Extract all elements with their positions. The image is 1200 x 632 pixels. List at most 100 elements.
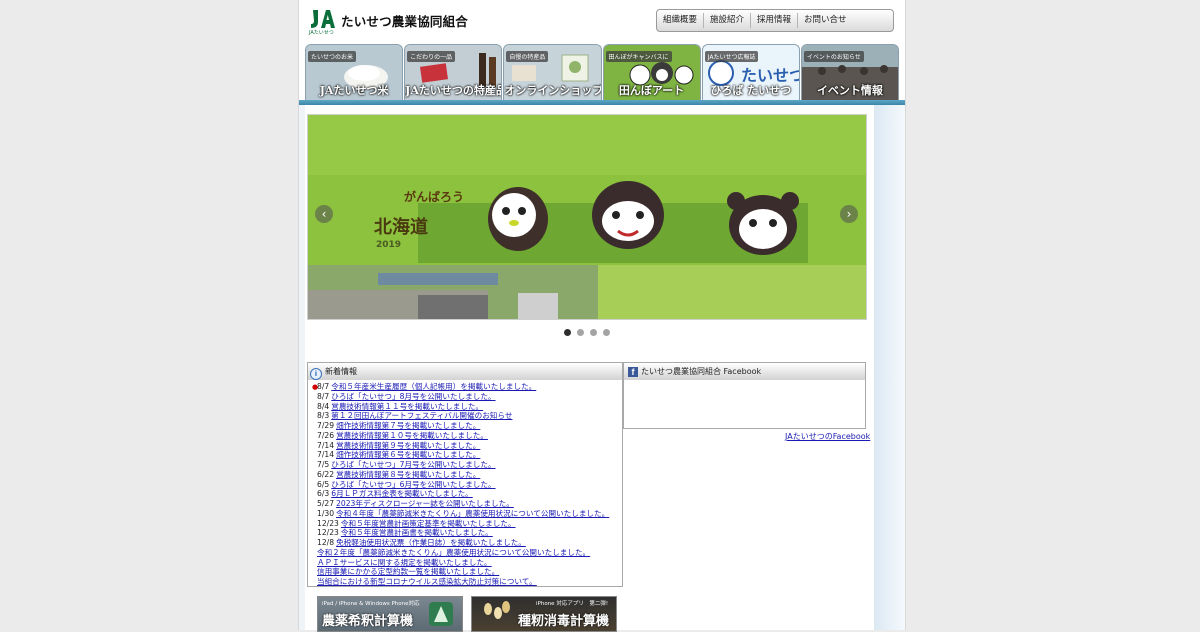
news-item: 6/5 ひろば「たいせつ」6月号を公開いたしました。 <box>312 480 622 490</box>
news-heading: 新着情報 <box>325 367 357 376</box>
nav-organization[interactable]: 組織概要 <box>657 13 705 28</box>
news-link[interactable]: 当組合における新型コロナウイルス感染拡大防止対策について。 <box>317 577 537 586</box>
news-date: 7/29 <box>317 421 335 430</box>
banner-1-small: iPad / iPhone & Windows Phone対応 <box>322 601 420 607</box>
news-date: 7/26 <box>317 430 335 440</box>
news-link[interactable]: 第１２回田んぼアートフェスティバル開催のお知らせ <box>331 411 512 420</box>
news-item: 1/30 令和４年度「農薬節減米きたくりん」農薬使用状況について公開いたしました。 <box>312 509 622 519</box>
news-date: 8/7 <box>317 382 330 391</box>
hero-slider[interactable]: 北海道 がんばろう 2019 <box>307 114 867 320</box>
tab-hiroba-sub: JAたいせつ広報誌 <box>704 51 759 62</box>
news-item: ●8/7 令和５年産米生産履歴（個人記帳用）を掲載いたしました。 <box>312 382 622 392</box>
news-heading-bar: i 新着情報 <box>307 362 623 381</box>
news-item: 12/23 令和５年度営農計画策定基準を掲載いたしました。 <box>312 519 622 529</box>
news-link[interactable]: 令和５年度営農計画策定基準を掲載いたしました。 <box>341 519 516 528</box>
news-item: 12/23 令和５年度営農計画書を掲載いたしました。 <box>312 528 622 538</box>
banner-seed-disinfection-calculator[interactable]: iPhone 対応アプリ 第二弾! 種籾消毒計算機 <box>471 596 617 632</box>
news-date: 5/27 <box>317 499 335 508</box>
news-link[interactable]: 信用事業にかかる定型約款一覧を掲載いたしました。 <box>317 567 499 576</box>
news-link[interactable]: 畑作技術情報第７号を掲載いたしました。 <box>336 421 480 430</box>
news-date: 7/5 <box>317 460 330 469</box>
calculator-app-icon <box>429 602 453 626</box>
news-link[interactable]: 6月ＬＰガス料金表を掲載いたしました。 <box>331 489 473 498</box>
slider-prev-chevron-left-icon[interactable]: ‹ <box>315 205 333 223</box>
news-date: 7/14 <box>317 440 335 450</box>
facebook-heading: たいせつ農業協同組合 Facebook <box>641 367 762 376</box>
news-item: 8/4 営農技術情報第１１号を掲載いたしました。 <box>312 402 622 412</box>
news-item: 12/8 免税軽油使用状況票（作業日誌）を掲載いたしました。 <box>312 538 622 548</box>
news-link[interactable]: 営農技術情報第９号を掲載いたしました。 <box>336 441 480 450</box>
tab-underline-bar <box>299 100 905 105</box>
tab-online-shop[interactable]: 自慢の特産品 オンラインショップ <box>503 44 602 101</box>
slider-dot-2[interactable] <box>577 329 584 336</box>
left-gutter <box>299 105 305 630</box>
news-link[interactable]: ＡＰＩサービスに関する規定を掲載いたしました。 <box>317 558 492 567</box>
tab-rice-paddy-art[interactable]: 田んぼがキャンバスに 田んぼアート <box>602 44 701 101</box>
news-link[interactable]: 営農技術情報第１１号を掲載いたしました。 <box>331 402 483 411</box>
tab-specialty[interactable]: こだわりの一品 JAたいせつの特産品 <box>404 44 503 101</box>
news-date: 1/30 <box>317 508 335 518</box>
tab-specialty-label: JAたいせつの特産品 <box>405 84 503 97</box>
slider-next-chevron-right-icon[interactable]: › <box>840 205 858 223</box>
news-link[interactable]: 営農技術情報第１０号を掲載いたしました。 <box>336 431 488 440</box>
news-link[interactable]: 令和２年度「農薬節減米きたくりん」農薬使用状況について公開いたしました。 <box>317 548 590 557</box>
news-item: 当組合における新型コロナウイルス感染拡大防止対策について。 <box>312 577 622 587</box>
news-link[interactable]: 免税軽油使用状況票（作業日誌）を掲載いたしました。 <box>336 538 526 547</box>
logo-subtext: JAたいせつ <box>309 30 334 36</box>
organization-name[interactable]: たいせつ農業協同組合 <box>341 11 468 30</box>
banner-2-small: iPhone 対応アプリ 第二弾! <box>536 601 609 607</box>
tab-hiroba-taisetsu[interactable]: たいせつ JAたいせつ広報誌 ひろば たいせつ <box>701 44 800 101</box>
field-text-main: 北海道 <box>374 216 428 238</box>
nav-contact[interactable]: お問い合せ <box>798 13 853 28</box>
page: JAたいせつ たいせつ農業協同組合 組織概要 施設紹介 採用情報 お問い合せ た… <box>298 0 906 632</box>
news-date: 8/3 <box>317 411 330 421</box>
news-link[interactable]: 畑作技術情報第６号を掲載いたしました。 <box>336 450 480 459</box>
tab-events[interactable]: イベントのお知らせ イベント情報 <box>800 44 900 101</box>
news-link[interactable]: 2023年ディスクロージャー誌を公開いたしました。 <box>336 499 514 508</box>
news-date: 6/5 <box>317 479 330 489</box>
banner-1-title: 農薬希釈計算機 <box>322 614 414 629</box>
news-item: 7/14 営農技術情報第９号を掲載いたしました。 <box>312 441 622 451</box>
news-link[interactable]: ひろば「たいせつ」8月号を公開いたしました。 <box>331 392 495 401</box>
news-item: 8/7 ひろば「たいせつ」8月号を公開いたしました。 <box>312 392 622 402</box>
news-item: 令和２年度「農薬節減米きたくりん」農薬使用状況について公開いたしました。 <box>312 548 622 558</box>
news-date: 8/4 <box>317 401 330 411</box>
news-date: 7/14 <box>317 450 335 460</box>
facebook-link[interactable]: JAたいせつのFacebook <box>785 431 870 442</box>
tab-events-label: イベント情報 <box>816 84 883 97</box>
category-tabs: たいせつのお米 JAたいせつ米 こだわりの一品 JAたいせつの特産品 自慢の特産… <box>305 44 900 102</box>
tab-rice[interactable]: たいせつのお米 JAたいせつ米 <box>305 44 404 101</box>
news-link[interactable]: 令和４年度「農薬節減米きたくりん」農薬使用状況について公開いたしました。 <box>336 509 609 518</box>
news-item: 7/14 畑作技術情報第６号を掲載いたしました。 <box>312 450 622 460</box>
field-text-side: がんばろう <box>404 189 464 204</box>
banner-pesticide-dilution-calculator[interactable]: iPad / iPhone & Windows Phone対応 農薬希釈計算機 <box>317 596 463 632</box>
news-date: 12/23 <box>317 518 339 528</box>
facebook-icon: f <box>628 367 638 377</box>
news-list: ●8/7 令和５年産米生産履歴（個人記帳用）を掲載いたしました。 8/7 ひろば「たい… <box>308 380 622 587</box>
news-link[interactable]: 令和５年産米生産履歴（個人記帳用）を掲載いたしました。 <box>331 382 536 391</box>
rice-paddy-art-photo: 北海道 がんばろう 2019 <box>308 115 866 319</box>
news-date: 6/22 <box>317 469 335 479</box>
news-link[interactable]: ひろば「たいせつ」6月号を公開いたしました。 <box>331 480 495 489</box>
nav-recruit[interactable]: 採用情報 <box>751 13 799 28</box>
news-link[interactable]: ひろば「たいせつ」7月号を公開いたしました。 <box>331 460 495 469</box>
tab-rice-paddy-art-label: 田んぼアート <box>618 84 685 97</box>
news-link[interactable]: 営農技術情報第８号を掲載いたしました。 <box>336 470 480 479</box>
news-link[interactable]: 令和５年度営農計画書を掲載いたしました。 <box>341 528 493 537</box>
slider-dot-3[interactable] <box>590 329 597 336</box>
right-gutter <box>874 105 905 630</box>
field-text-year: 2019 <box>376 240 401 250</box>
slider-dot-4[interactable] <box>603 329 610 336</box>
facebook-heading-bar: f たいせつ農業協同組合 Facebook <box>623 362 866 381</box>
tab-online-shop-label: オンラインショップ <box>504 84 602 97</box>
tab-specialty-sub: こだわりの一品 <box>407 51 456 62</box>
banner-2-title: 種籾消毒計算機 <box>518 614 610 629</box>
news-box: ●8/7 令和５年産米生産履歴（個人記帳用）を掲載いたしました。 8/7 ひろば「たい… <box>307 380 623 587</box>
tab-hiroba-label: ひろば たいせつ <box>710 84 792 97</box>
slider-dot-1[interactable] <box>564 329 571 336</box>
news-item: 7/5 ひろば「たいせつ」7月号を公開いたしました。 <box>312 460 622 470</box>
nav-facilities[interactable]: 施設紹介 <box>704 13 752 28</box>
news-date: 12/23 <box>317 528 339 538</box>
news-item: 8/3 第１２回田んぼアートフェスティバル開催のお知らせ <box>312 411 622 421</box>
news-item: 5/27 2023年ディスクロージャー誌を公開いたしました。 <box>312 499 622 509</box>
